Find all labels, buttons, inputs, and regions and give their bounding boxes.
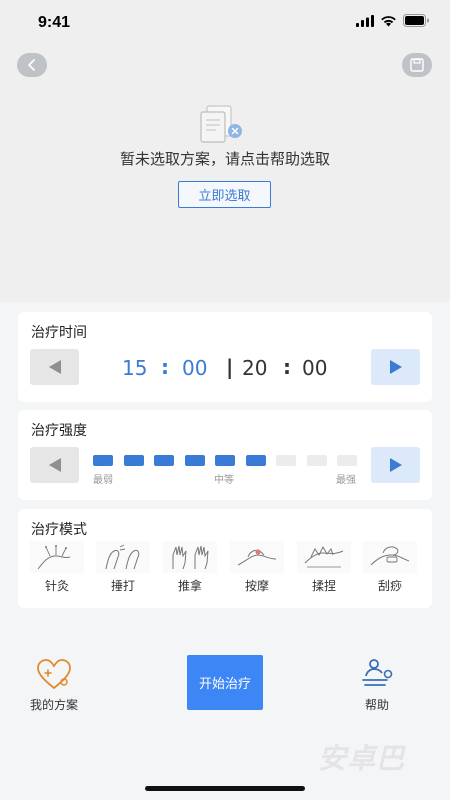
help-person-icon [362,659,393,686]
intensity-segment[interactable] [184,455,205,466]
back-button[interactable] [17,53,47,77]
pounding-icon [105,544,140,570]
acupuncture-icon [37,545,71,570]
end-hour[interactable]: 20 [242,356,267,380]
empty-state-message: 暂未选取方案，请点击帮助选取 [119,150,330,168]
intensity-decrease-button[interactable] [30,447,79,483]
status-time: 9:41 [38,14,71,31]
mode-label: 针灸 [44,579,69,593]
start-minute[interactable]: 00 [182,356,207,380]
treatment-mode-title: 治疗模式 [31,522,87,538]
triangle-right-icon [389,458,402,472]
intensity-segment[interactable] [276,455,296,466]
intensity-level-bar[interactable] [93,455,357,467]
intensity-segment[interactable] [245,455,266,466]
mode-tuina[interactable]: 推拿 [163,541,217,599]
triangle-left-icon [48,458,61,472]
treatment-intensity-card: 治疗强度 最弱 中等 最强 [18,410,432,500]
bottom-toolbar: 我的方案 开始治疗 帮助 安卓巴 [0,640,450,800]
mode-acupuncture[interactable]: 针灸 [30,541,84,599]
save-button[interactable] [402,53,432,77]
watermark-logo: 安卓巴 [318,742,406,775]
mode-label: 按摩 [244,579,269,593]
triangle-left-icon [48,360,61,374]
treatment-time-card: 治疗时间 15 : 00 | 20 : 00 [18,312,432,402]
intensity-segment[interactable] [306,455,327,466]
mode-label: 捶打 [110,579,135,593]
time-divider: | [226,355,234,379]
time-range: 15 : 00 | 20 : 00 [108,355,348,380]
intensity-mid-label: 中等 [214,475,234,486]
guasha-icon [370,546,410,566]
start-treatment-button[interactable]: 开始治疗 [187,655,263,710]
select-plan-button[interactable]: 立即选取 [178,181,271,208]
mode-label: 揉捏 [311,579,336,593]
status-icons [356,14,430,27]
massage-icon [237,549,277,566]
mode-guasha[interactable]: 刮痧 [363,541,417,599]
start-hour[interactable]: 15 [122,356,147,380]
signal-icon [356,14,374,27]
mode-massage[interactable]: 按摩 [230,541,284,599]
intensity-segment[interactable] [93,455,113,466]
chevron-left-icon [28,59,35,71]
intensity-increase-button[interactable] [371,447,420,483]
home-indicator[interactable] [145,786,305,791]
treatment-intensity-title: 治疗强度 [31,423,87,439]
time-decrease-button[interactable] [30,349,79,385]
intensity-segment[interactable] [154,455,174,466]
intensity-segment[interactable] [215,455,235,466]
mode-kneading[interactable]: 揉捏 [297,541,351,599]
end-separator: : [283,355,291,379]
save-icon [410,58,424,72]
heart-stethoscope-icon [37,659,71,690]
mode-pounding[interactable]: 捶打 [96,541,150,599]
help-label: 帮助 [364,698,389,712]
end-minute[interactable]: 00 [302,356,327,380]
wifi-icon [381,15,396,26]
intensity-min-label: 最弱 [93,475,113,486]
tuina-icon [172,545,209,570]
my-plan-label: 我的方案 [29,698,78,712]
plan-preview-area: 暂未选取方案，请点击帮助选取 立即选取 [0,44,450,302]
intensity-segment[interactable] [337,455,357,466]
mode-label: 推拿 [177,579,202,593]
help-button[interactable]: 帮助 [348,658,406,713]
treatment-time-title: 治疗时间 [31,325,87,341]
no-document-icon [200,105,242,143]
my-plan-button[interactable]: 我的方案 [22,658,86,713]
intensity-max-label: 最强 [336,475,356,486]
status-bar: 9:41 [0,0,450,44]
treatment-mode-card: 治疗模式 针灸 捶打 推拿 按摩 揉捏 刮痧 [18,509,432,608]
battery-icon [403,14,429,27]
intensity-segment[interactable] [123,455,144,466]
kneading-icon [304,545,344,568]
start-separator: : [161,355,169,379]
time-increase-button[interactable] [371,349,420,385]
mode-label: 刮痧 [377,579,402,593]
triangle-right-icon [389,360,402,374]
